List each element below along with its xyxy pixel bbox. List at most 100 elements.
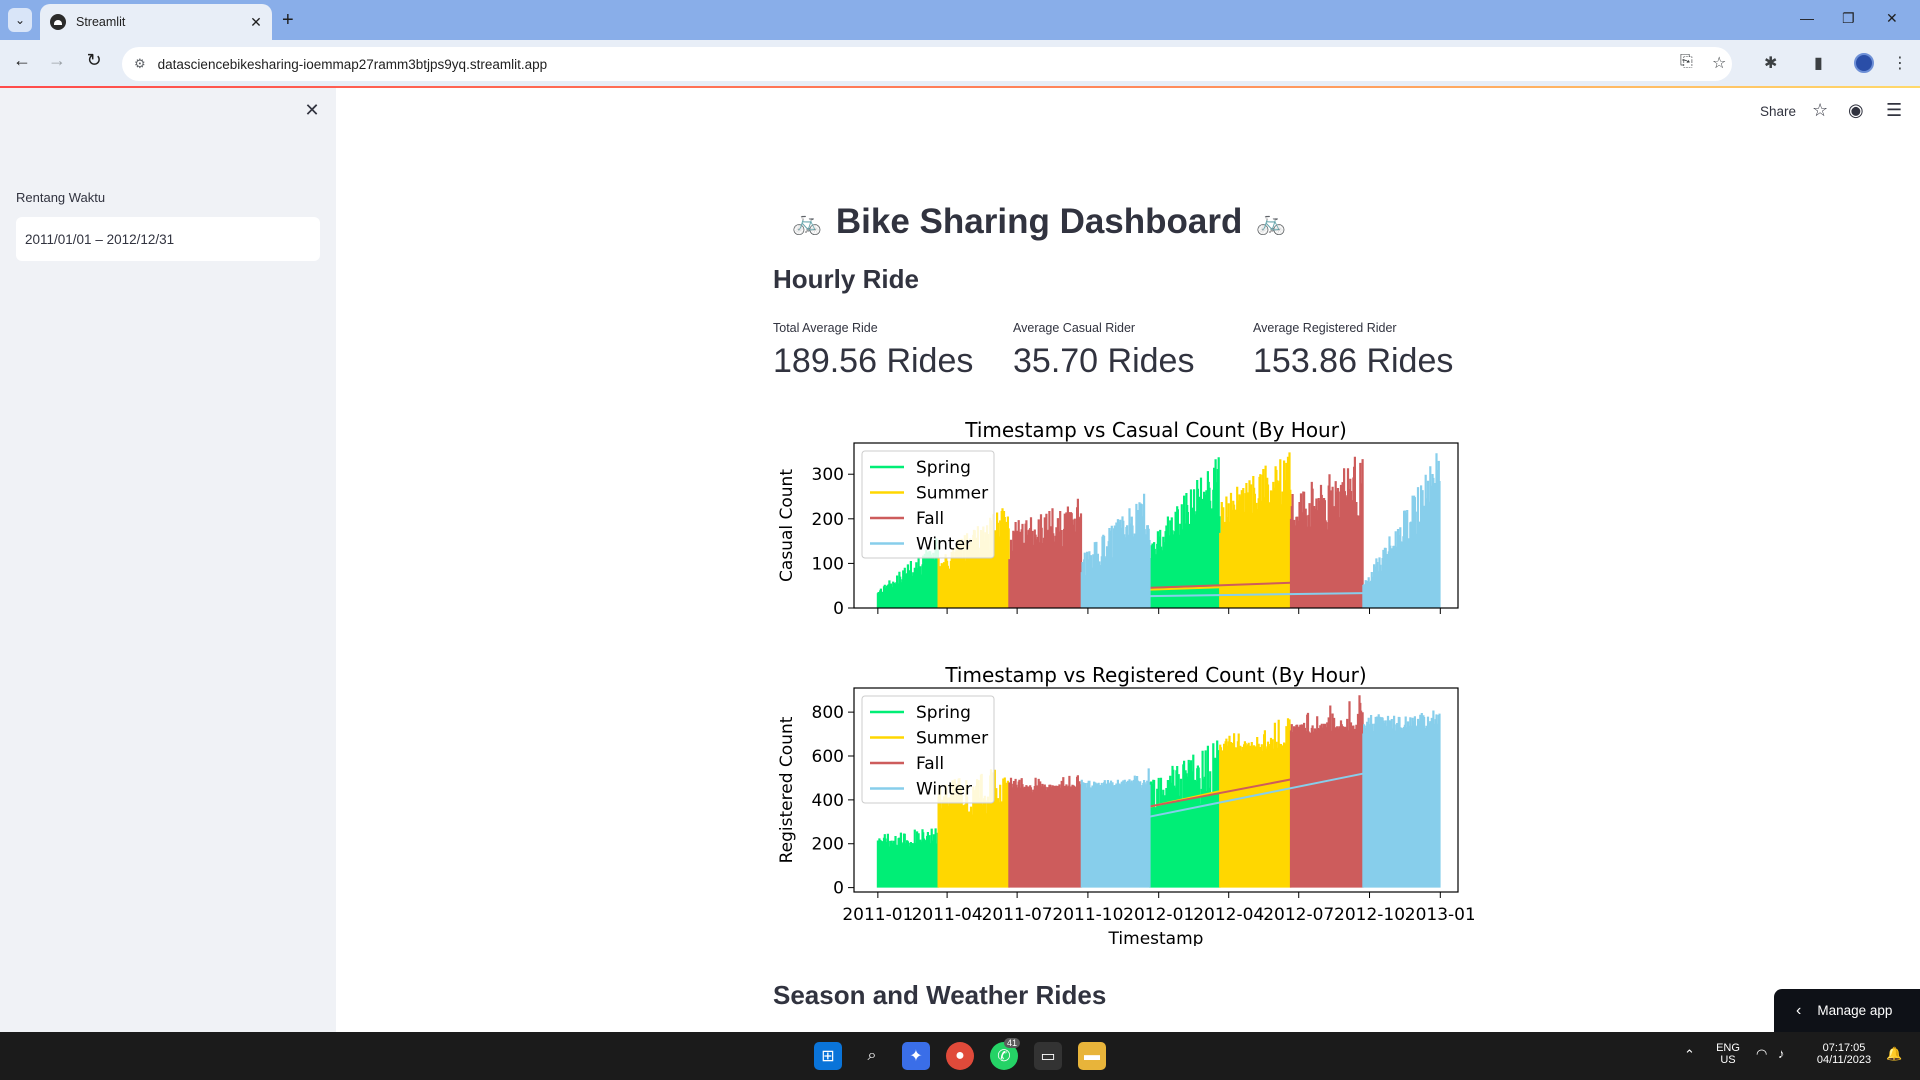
y-axis-label: Registered Count — [777, 716, 797, 863]
x-tick-label: 2011-10 — [1052, 905, 1123, 925]
chevron-down-icon: ⌄ — [14, 13, 26, 27]
y-tick-label: 200 — [812, 510, 844, 530]
y-axis-label: Casual Count — [777, 469, 797, 582]
main-menu-icon[interactable]: ☰ — [1886, 100, 1902, 121]
new-tab-icon[interactable]: + — [282, 8, 294, 32]
whatsapp-badge: 41 — [1004, 1038, 1021, 1048]
minimize-icon[interactable]: — — [1800, 10, 1814, 26]
browser-menu-icon[interactable]: ⋮ — [1892, 53, 1908, 73]
metric-label: Average Registered Rider — [1253, 321, 1397, 335]
legend-label: Spring — [916, 458, 971, 478]
x-tick-label: 2012-07 — [1263, 905, 1334, 925]
terminal-icon[interactable]: ▭ — [1034, 1042, 1062, 1070]
hourly-ride-chart: Timestamp vs Casual Count (By Hour) Casua… — [774, 406, 1476, 949]
series-winter-line — [1080, 768, 1151, 888]
extensions-icon[interactable]: ✱ — [1764, 53, 1777, 73]
clock-time: 07:17:05 — [1822, 1042, 1866, 1054]
hourly-ride-heading: Hourly Ride — [773, 264, 919, 294]
series-spring-line — [876, 828, 939, 888]
y-tick-label: 0 — [833, 879, 844, 899]
page-title-text: Bike Sharing Dashboard — [835, 202, 1243, 241]
y-tick-label: 100 — [812, 554, 844, 574]
y-tick-label: 200 — [812, 835, 844, 855]
clock-date: 04/11/2023 — [1816, 1054, 1872, 1066]
forward-icon[interactable]: → — [45, 50, 69, 71]
legend-label: Summer — [916, 729, 988, 749]
tray-chevron-icon[interactable]: ⌃ — [1684, 1047, 1695, 1063]
y-tick-label: 600 — [812, 747, 844, 767]
manage-app-label: Manage app — [1817, 1003, 1893, 1018]
window-close-icon[interactable]: ✕ — [1886, 10, 1898, 27]
clock[interactable]: 07:17:05 04/11/2023 — [1812, 1042, 1876, 1066]
date-range-input[interactable]: 2011/01/01 – 2012/12/31 — [16, 217, 320, 261]
chrome-icon[interactable]: ● — [946, 1042, 974, 1070]
y-tick-label: 400 — [812, 791, 844, 811]
x-axis-label: Timestamp — [1108, 929, 1204, 946]
manage-app-button[interactable]: ‹ Manage app — [1774, 989, 1920, 1032]
chevron-left-icon: ‹ — [1796, 1001, 1802, 1019]
y-tick-label: 800 — [812, 703, 844, 723]
windows-start-icon[interactable]: ⊞ — [814, 1042, 842, 1070]
series-winter-line — [1362, 453, 1441, 608]
github-icon[interactable]: ◉ — [1848, 100, 1864, 121]
profile-avatar[interactable] — [1854, 53, 1874, 73]
metric-value: 189.56 Rides — [773, 342, 974, 380]
url-text: datasciencebikesharing-ioemmap27ramm3btj… — [157, 56, 548, 72]
browser-tab[interactable]: Streamlit ✕ — [40, 4, 272, 40]
series-fall-line — [1008, 498, 1083, 608]
streamlit-favicon-icon — [50, 14, 66, 30]
bookmark-star-icon[interactable]: ☆ — [1712, 53, 1726, 73]
language-indicator[interactable]: ENG US — [1716, 1042, 1740, 1066]
legend-label: Summer — [916, 484, 988, 504]
reload-icon[interactable]: ↻ — [82, 50, 106, 71]
metric-value: 35.70 Rides — [1013, 342, 1195, 380]
star-icon[interactable]: ☆ — [1812, 100, 1828, 121]
series-winter-line — [1080, 493, 1151, 608]
page-title: 🚲 Bike Sharing Dashboard 🚲 — [778, 198, 1300, 246]
x-tick-label: 2012-10 — [1334, 905, 1405, 925]
back-icon[interactable]: ← — [10, 50, 34, 71]
restore-icon[interactable]: ❐ — [1842, 10, 1855, 27]
series-summer-line — [1219, 718, 1292, 888]
y-tick-label: 0 — [833, 599, 844, 619]
x-tick-label: 2012-01 — [1123, 905, 1194, 925]
series-fall-line — [1289, 695, 1364, 888]
bicycle-icon: 🚲 — [792, 208, 822, 236]
x-tick-label: 2012-04 — [1193, 905, 1264, 925]
volume-icon[interactable]: ♪ — [1778, 1046, 1785, 1061]
metric-label: Average Casual Rider — [1013, 321, 1136, 335]
season-weather-heading: Season and Weather Rides — [773, 980, 1107, 1010]
x-tick-label: 2011-07 — [982, 905, 1053, 925]
tab-close-icon[interactable]: ✕ — [246, 14, 266, 31]
date-range-label: Rentang Waktu — [16, 190, 106, 205]
site-info-icon[interactable]: ⚙ — [134, 56, 146, 72]
legend-label: Winter — [916, 780, 972, 800]
hourly-ride-chart-svg: Timestamp vs Casual Count (By Hour) Casua… — [777, 418, 1476, 949]
address-bar[interactable]: ⚙ datasciencebikesharing-ioemmap27ramm3b… — [122, 47, 1732, 81]
legend-label: Fall — [916, 509, 944, 529]
lang-top: ENG — [1716, 1042, 1740, 1054]
metric-value: 153.86 Rides — [1253, 342, 1454, 380]
file-explorer-icon[interactable]: ▬ — [1078, 1042, 1106, 1070]
copilot-icon[interactable]: ✦ — [902, 1042, 930, 1070]
series-fall-line — [1008, 775, 1083, 888]
x-tick-label: 2011-04 — [912, 905, 983, 925]
search-icon[interactable]: ⌕ — [858, 1042, 886, 1070]
series-winter-line — [1362, 710, 1441, 888]
legend-label: Fall — [916, 754, 944, 774]
side-panel-icon[interactable]: ▮ — [1814, 53, 1823, 73]
notification-bell-icon[interactable]: 🔔 — [1886, 1046, 1902, 1062]
tab-search-button[interactable]: ⌄ — [8, 8, 32, 32]
install-app-icon[interactable]: ⎘ — [1680, 53, 1693, 71]
x-tick-label: 2011-01 — [842, 905, 913, 925]
wifi-icon[interactable]: ◠ — [1756, 1046, 1767, 1062]
x-tick-label: 2013-01 — [1405, 905, 1474, 925]
sidebar-close-icon[interactable]: ✕ — [302, 100, 322, 121]
series-fall-line — [1289, 456, 1364, 608]
share-button[interactable]: Share — [1760, 104, 1796, 119]
tab-title: Streamlit — [76, 15, 126, 29]
chart-title: Timestamp vs Casual Count (By Hour) — [964, 418, 1347, 442]
lang-bottom: US — [1720, 1054, 1736, 1066]
metric-label: Total Average Ride — [773, 321, 878, 335]
legend-label: Spring — [916, 703, 971, 723]
